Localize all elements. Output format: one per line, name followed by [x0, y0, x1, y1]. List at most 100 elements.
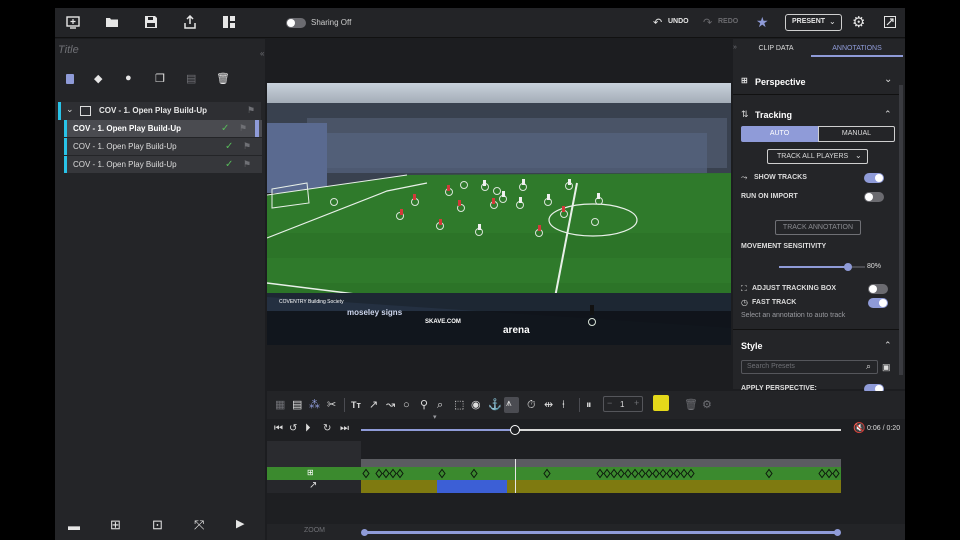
perspective-track-header[interactable]: ⊞: [267, 467, 361, 480]
clip-group-row[interactable]: ⌄ COV - 1. Open Play Build-Up ⚑: [58, 102, 261, 120]
figure-icon[interactable]: ⍿: [562, 399, 565, 411]
undo-icon[interactable]: ↶: [653, 16, 662, 29]
tab-annotations[interactable]: ANNOTATIONS: [811, 41, 903, 57]
sensitivity-slider-handle[interactable]: [843, 263, 852, 271]
spotlight-icon[interactable]: ⚲: [420, 399, 428, 411]
timeline-playhead[interactable]: [514, 459, 516, 493]
chevron-up-icon[interactable]: ⌃: [884, 340, 892, 351]
save-preset-icon[interactable]: ▣: [882, 362, 891, 373]
preset-search-input[interactable]: Search Presets ⌕: [741, 360, 878, 374]
layout-grid-icon[interactable]: [221, 15, 237, 31]
clip-row[interactable]: COV - 1. Open Play Build-Up ✓ ⚑: [64, 120, 262, 137]
flag-icon[interactable]: ⚑: [243, 138, 251, 155]
frame-stepper[interactable]: − 1 +: [603, 396, 643, 412]
chevron-down-icon[interactable]: ⌄: [884, 74, 892, 85]
curve-arrow-icon[interactable]: ↝: [386, 399, 395, 411]
circle-tool-icon[interactable]: ○: [403, 399, 410, 411]
new-project-icon[interactable]: [65, 15, 81, 31]
perspective-tool-button[interactable]: ⩚: [504, 397, 519, 413]
export-icon[interactable]: [182, 14, 198, 31]
fast-track-toggle[interactable]: [868, 298, 888, 308]
play-icon[interactable]: ⏵: [305, 422, 311, 435]
flag-icon[interactable]: ⚑: [239, 120, 247, 137]
arrow-track-bar[interactable]: [361, 480, 841, 493]
star-icon[interactable]: ★: [756, 14, 769, 31]
polygon-icon[interactable]: ⬚: [454, 399, 464, 411]
distance-icon[interactable]: ⇹: [544, 399, 553, 411]
sharing-toggle[interactable]: [286, 18, 306, 28]
present-button[interactable]: PRESENT ⌄: [785, 14, 842, 31]
copy-icon[interactable]: ❐: [155, 72, 165, 85]
video-player[interactable]: moseley signs arena COVENTRY Building So…: [267, 83, 731, 345]
redo-icon[interactable]: ↷: [703, 16, 712, 29]
video-camera-icon[interactable]: ▶: [236, 517, 244, 530]
timer-icon[interactable]: ⏱: [527, 399, 536, 411]
anchor-icon[interactable]: ⚓: [488, 399, 502, 411]
arrow-segment[interactable]: [437, 480, 507, 493]
run-on-import-toggle[interactable]: [864, 192, 884, 202]
color-swatch[interactable]: [653, 395, 669, 411]
undo-button[interactable]: UNDO: [668, 18, 689, 25]
folder-icon[interactable]: [104, 15, 120, 31]
chevron-up-icon[interactable]: ⌃: [884, 109, 892, 120]
timeline-tracks: ⊞ ↗: [267, 441, 905, 524]
trash-icon[interactable]: 🗑: [684, 399, 698, 411]
redo-button[interactable]: REDO: [718, 18, 738, 25]
trash-icon[interactable]: 🗑: [216, 72, 230, 85]
pause-circle-icon[interactable]: ⏸: [586, 399, 592, 411]
search-icon[interactable]: ⌕: [866, 361, 871, 372]
frame-value[interactable]: 1: [620, 400, 624, 409]
add-image-icon[interactable]: ⊡: [152, 517, 163, 533]
zoom-end-handle[interactable]: [834, 529, 841, 536]
save-icon[interactable]: [143, 15, 159, 31]
notes-icon[interactable]: [66, 74, 74, 84]
clip-row[interactable]: COV - 1. Open Play Build-Up ✓ ⚑: [64, 156, 262, 173]
magnify-icon[interactable]: ⌕: [437, 399, 443, 411]
document-icon[interactable]: ▤: [292, 399, 302, 411]
mute-icon[interactable]: 🔇: [853, 423, 865, 434]
merge-icon[interactable]: ●: [125, 72, 132, 84]
chevron-down-icon[interactable]: ⌄: [66, 104, 74, 115]
add-clip-icon[interactable]: ⊞: [110, 517, 121, 533]
seek-handle[interactable]: [509, 425, 520, 435]
clipboard-icon[interactable]: ▤: [186, 72, 196, 85]
skip-start-icon[interactable]: ⏮: [274, 423, 283, 434]
collapse-right-icon[interactable]: »: [733, 44, 737, 51]
text-tool-icon[interactable]: Tт: [351, 399, 361, 411]
flag-icon[interactable]: ⚑: [243, 156, 251, 173]
flag-icon[interactable]: ⚑: [247, 105, 255, 116]
fill-icon[interactable]: ◆: [94, 72, 102, 85]
clip-row[interactable]: COV - 1. Open Play Build-Up ✓ ⚑: [64, 138, 262, 155]
tab-clip-data[interactable]: CLIP DATA: [741, 41, 811, 57]
expand-icon[interactable]: ⤧: [194, 517, 204, 533]
forward-icon[interactable]: ↻: [323, 423, 331, 434]
adjust-tracking-box-toggle[interactable]: [868, 284, 888, 294]
arrow-tool-icon[interactable]: ↗: [369, 399, 378, 411]
mode-auto-button[interactable]: AUTO: [741, 126, 818, 142]
tag-icon[interactable]: ⚙: [702, 399, 712, 411]
gear-icon[interactable]: ⚙: [852, 13, 865, 31]
zoom-slider-track[interactable]: [361, 529, 841, 536]
show-tracks-toggle[interactable]: [864, 173, 884, 183]
track-annotation-button[interactable]: TRACK ANNOTATION: [775, 220, 861, 235]
scissors-icon[interactable]: ✂: [327, 399, 336, 411]
players-icon[interactable]: ⁂: [309, 399, 320, 411]
title-field[interactable]: Title: [58, 44, 79, 56]
minus-icon[interactable]: −: [607, 398, 612, 408]
folder-icon[interactable]: ▬: [68, 519, 80, 533]
mode-manual-button[interactable]: MANUAL: [818, 126, 895, 142]
arrow-track-header[interactable]: ↗: [267, 480, 361, 493]
collapse-left-icon[interactable]: «: [260, 49, 264, 58]
perspective-track-bar[interactable]: [361, 467, 841, 480]
plus-icon[interactable]: +: [634, 398, 639, 408]
fullscreen-icon[interactable]: [884, 16, 896, 28]
seek-bar[interactable]: [361, 425, 841, 435]
panel-scrollbar[interactable]: [899, 85, 903, 375]
track-target-select[interactable]: TRACK ALL PLAYERS ⌄: [767, 149, 868, 164]
zoom-start-handle[interactable]: [361, 529, 368, 536]
layers-icon[interactable]: ▦: [275, 399, 285, 411]
skip-end-icon[interactable]: ⏭: [340, 423, 349, 434]
sensitivity-slider-track[interactable]: [779, 263, 865, 271]
rewind-icon[interactable]: ↺: [289, 423, 297, 434]
eye-icon[interactable]: ◉: [471, 399, 481, 411]
